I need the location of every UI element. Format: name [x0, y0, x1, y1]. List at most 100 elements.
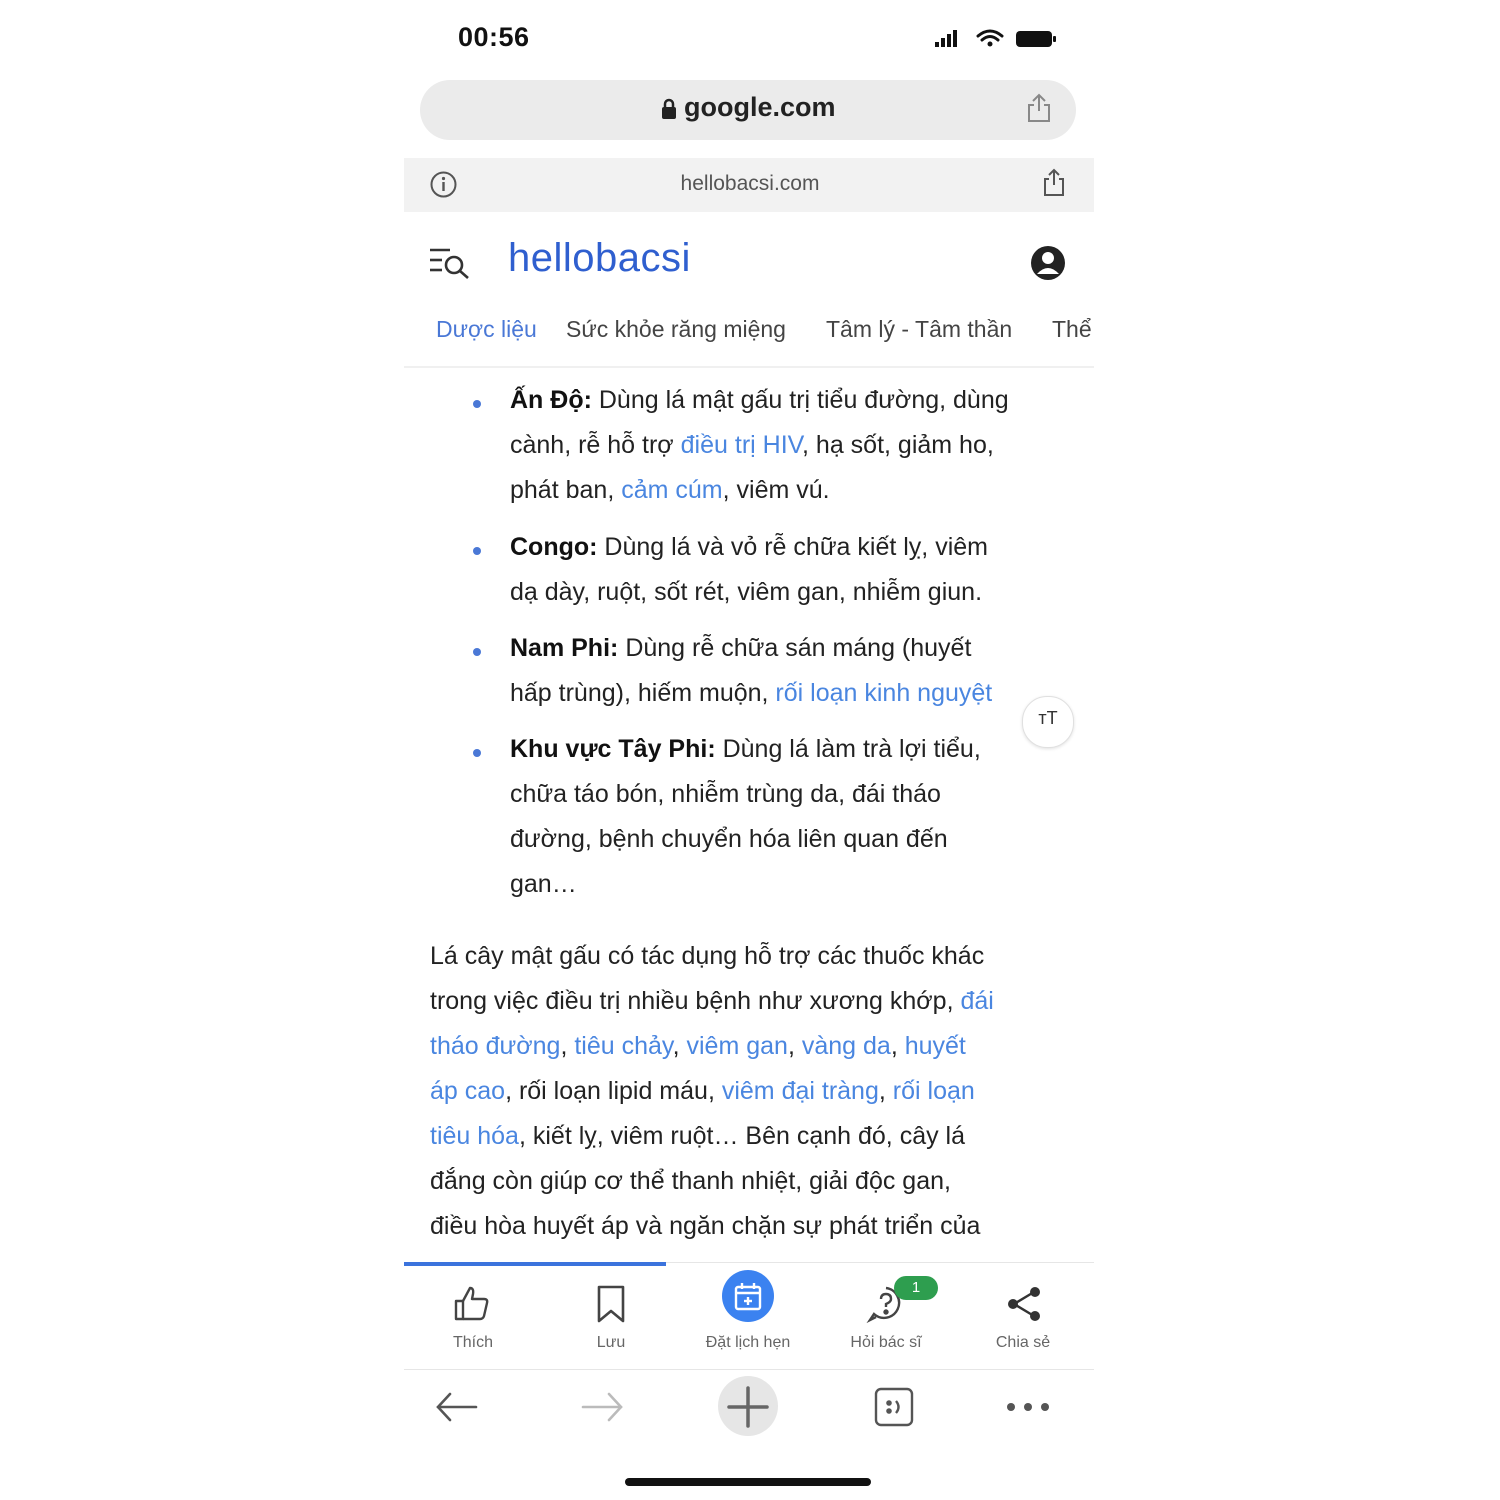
calendar-icon[interactable]: [728, 1277, 768, 1317]
article-link[interactable]: đái: [960, 987, 993, 1015]
nav-item-the[interactable]: Thể: [1052, 316, 1092, 343]
share-icon[interactable]: [1026, 92, 1052, 124]
nav-item-tam-ly-tam-than[interactable]: Tâm lý - Tâm thần: [826, 316, 1012, 343]
article-link[interactable]: huyết: [905, 1032, 966, 1060]
article-text: dạ dày, ruột, sốt rét, viêm gan, nhiễm g…: [510, 578, 983, 606]
article-link[interactable]: cảm cúm: [621, 476, 722, 504]
article-text: , hạ sốt, giảm ho,: [802, 431, 994, 459]
share-label[interactable]: Chia sẻ: [953, 1334, 1093, 1352]
article-link[interactable]: điều trị HIV: [681, 431, 802, 459]
bullet-dot: [473, 400, 481, 408]
notification-badge: 1: [894, 1276, 938, 1300]
bullet-line: Ấn Độ: Dùng lá mật gấu trị tiểu đường, d…: [510, 386, 1009, 415]
article-text: Lá cây mật gấu có tác dụng hỗ trợ các th…: [430, 942, 985, 970]
article-link[interactable]: áp cao: [430, 1077, 505, 1105]
article-text: ,: [672, 1032, 687, 1060]
paragraph-line: trong việc điều trị nhiều bệnh như xương…: [430, 987, 994, 1016]
article-text: ,: [787, 1032, 802, 1060]
battery-icon: [1016, 31, 1056, 47]
status-icons: [930, 24, 1060, 54]
signal-icon: [935, 30, 957, 47]
bullet-line: dạ dày, ruột, sốt rét, viêm gan, nhiễm g…: [510, 578, 982, 607]
nav-item-duoc-lieu[interactable]: Dược liệu: [436, 316, 537, 343]
article-text: ,: [878, 1077, 893, 1105]
bullet-label: Congo:: [510, 533, 598, 561]
paragraph-line: áp cao, rối loạn lipid máu, viêm đại trà…: [430, 1077, 975, 1106]
article-link[interactable]: vàng da: [802, 1032, 891, 1060]
article-link[interactable]: rối loạn: [893, 1077, 975, 1105]
bullet-line: hấp trùng), hiếm muộn, rối loạn kinh ngu…: [510, 679, 992, 708]
bullet-line: cành, rễ hỗ trợ điều trị HIV, hạ sốt, gi…: [510, 431, 994, 460]
text-size-icon[interactable]: тT: [1022, 708, 1074, 729]
nav-divider: [404, 366, 1094, 368]
article-text: gan…: [510, 870, 577, 898]
article-text: trong việc điều trị nhiều bệnh như xương…: [430, 987, 961, 1015]
bullet-label: Nam Phi:: [510, 634, 619, 662]
nav-item-suc-khoe-rang-mieng[interactable]: Sức khỏe răng miệng: [566, 316, 786, 343]
save-label[interactable]: Lưu: [541, 1334, 681, 1352]
article-text: Dùng lá và vỏ rễ chữa kiết lỵ, viêm: [604, 533, 988, 561]
article-link[interactable]: viêm đại tràng: [722, 1077, 879, 1105]
article-text: hấp trùng), hiếm muộn,: [510, 679, 776, 707]
bullet-line: đường, bệnh chuyển hóa liên quan đến: [510, 825, 948, 854]
article-text: phát ban,: [510, 476, 622, 504]
like-label[interactable]: Thích: [403, 1334, 543, 1352]
paragraph-line: Lá cây mật gấu có tác dụng hỗ trợ các th…: [430, 942, 984, 971]
wifi-icon: [976, 29, 1004, 42]
plus-icon[interactable]: [723, 1382, 773, 1432]
paragraph-line: điều hòa huyết áp và ngăn chặn sự phát t…: [430, 1212, 980, 1241]
article-text: chữa táo bón, nhiễm trùng da, đái tháo: [510, 780, 941, 808]
article-link[interactable]: rối loạn kinh nguyệt: [775, 679, 992, 707]
menu-search-icon[interactable]: [428, 246, 472, 280]
amp-share-icon[interactable]: [1042, 167, 1066, 199]
bullet-dot: [473, 648, 481, 656]
thumbs-up-icon[interactable]: [452, 1284, 492, 1324]
category-nav: Dược liệu Sức khỏe răng miệng Tâm lý - T…: [404, 312, 1094, 352]
bullet-line: Nam Phi: Dùng rễ chữa sán máng (huyết: [510, 634, 971, 663]
bullet-dot: [473, 547, 481, 555]
article-text: ,: [890, 1032, 905, 1060]
article-text: Dùng lá làm trà lợi tiểu,: [722, 735, 981, 763]
bullet-line: chữa táo bón, nhiễm trùng da, đái tháo: [510, 780, 941, 809]
bullet-dot: [473, 749, 481, 757]
account-icon[interactable]: [1030, 245, 1066, 281]
book-label[interactable]: Đặt lịch hẹn: [678, 1334, 818, 1352]
back-arrow-icon[interactable]: [432, 1382, 482, 1432]
tabs-icon[interactable]: [869, 1382, 919, 1432]
share-nodes-icon[interactable]: [1004, 1284, 1044, 1324]
paragraph-line: tiêu hóa, kiết lỵ, viêm ruột… Bên cạnh đ…: [430, 1122, 965, 1151]
reading-progress-bar: [404, 1262, 666, 1266]
bullet-line: Khu vực Tây Phi: Dùng lá làm trà lợi tiể…: [510, 735, 981, 764]
bullet-line: Congo: Dùng lá và vỏ rễ chữa kiết lỵ, vi…: [510, 533, 988, 562]
article-text: , rối loạn lipid máu,: [505, 1077, 722, 1105]
bullet-line: phát ban, cảm cúm, viêm vú.: [510, 476, 830, 505]
article-text: cành, rễ hỗ trợ: [510, 431, 681, 459]
forward-arrow-icon[interactable]: [577, 1382, 627, 1432]
bookmark-icon[interactable]: [591, 1284, 631, 1324]
article-text: điều hòa huyết áp và ngăn chặn sự phát t…: [430, 1212, 981, 1240]
lock-icon: [661, 98, 677, 120]
article-text: đường, bệnh chuyển hóa liên quan đến: [510, 825, 948, 853]
more-menu-icon[interactable]: [1003, 1382, 1053, 1432]
address-url[interactable]: google.com: [684, 92, 836, 123]
article-text: , viêm vú.: [722, 476, 830, 504]
status-time: 00:56: [458, 22, 530, 52]
bullet-line: gan…: [510, 870, 577, 899]
article-text: , kiết lỵ, viêm ruột… Bên cạnh đó, cây l…: [518, 1122, 966, 1150]
article-text: ,: [560, 1032, 575, 1060]
home-indicator: [625, 1478, 871, 1486]
article-link[interactable]: tháo đường: [430, 1032, 560, 1060]
paragraph-line: đắng còn giúp cơ thể thanh nhiệt, giải đ…: [430, 1167, 951, 1196]
amp-url[interactable]: hellobacsi.com: [0, 172, 1500, 196]
article-link[interactable]: tiêu hóa: [430, 1122, 519, 1150]
article-text: Dùng lá mật gấu trị tiểu đường, dùng: [598, 386, 1009, 414]
bullet-label: Khu vực Tây Phi:: [510, 735, 716, 763]
article-text: đắng còn giúp cơ thể thanh nhiệt, giải đ…: [430, 1167, 951, 1195]
bullet-label: Ấn Độ:: [510, 386, 592, 414]
article-link[interactable]: viêm gan: [686, 1032, 787, 1060]
paragraph-line: tháo đường, tiêu chảy, viêm gan, vàng da…: [430, 1032, 966, 1061]
site-logo[interactable]: hellobacsi: [508, 236, 691, 281]
article-text: Dùng rễ chữa sán máng (huyết: [625, 634, 972, 662]
article-link[interactable]: tiêu chảy: [574, 1032, 672, 1060]
ask-doctor-label[interactable]: Hỏi bác sĩ: [816, 1334, 956, 1352]
